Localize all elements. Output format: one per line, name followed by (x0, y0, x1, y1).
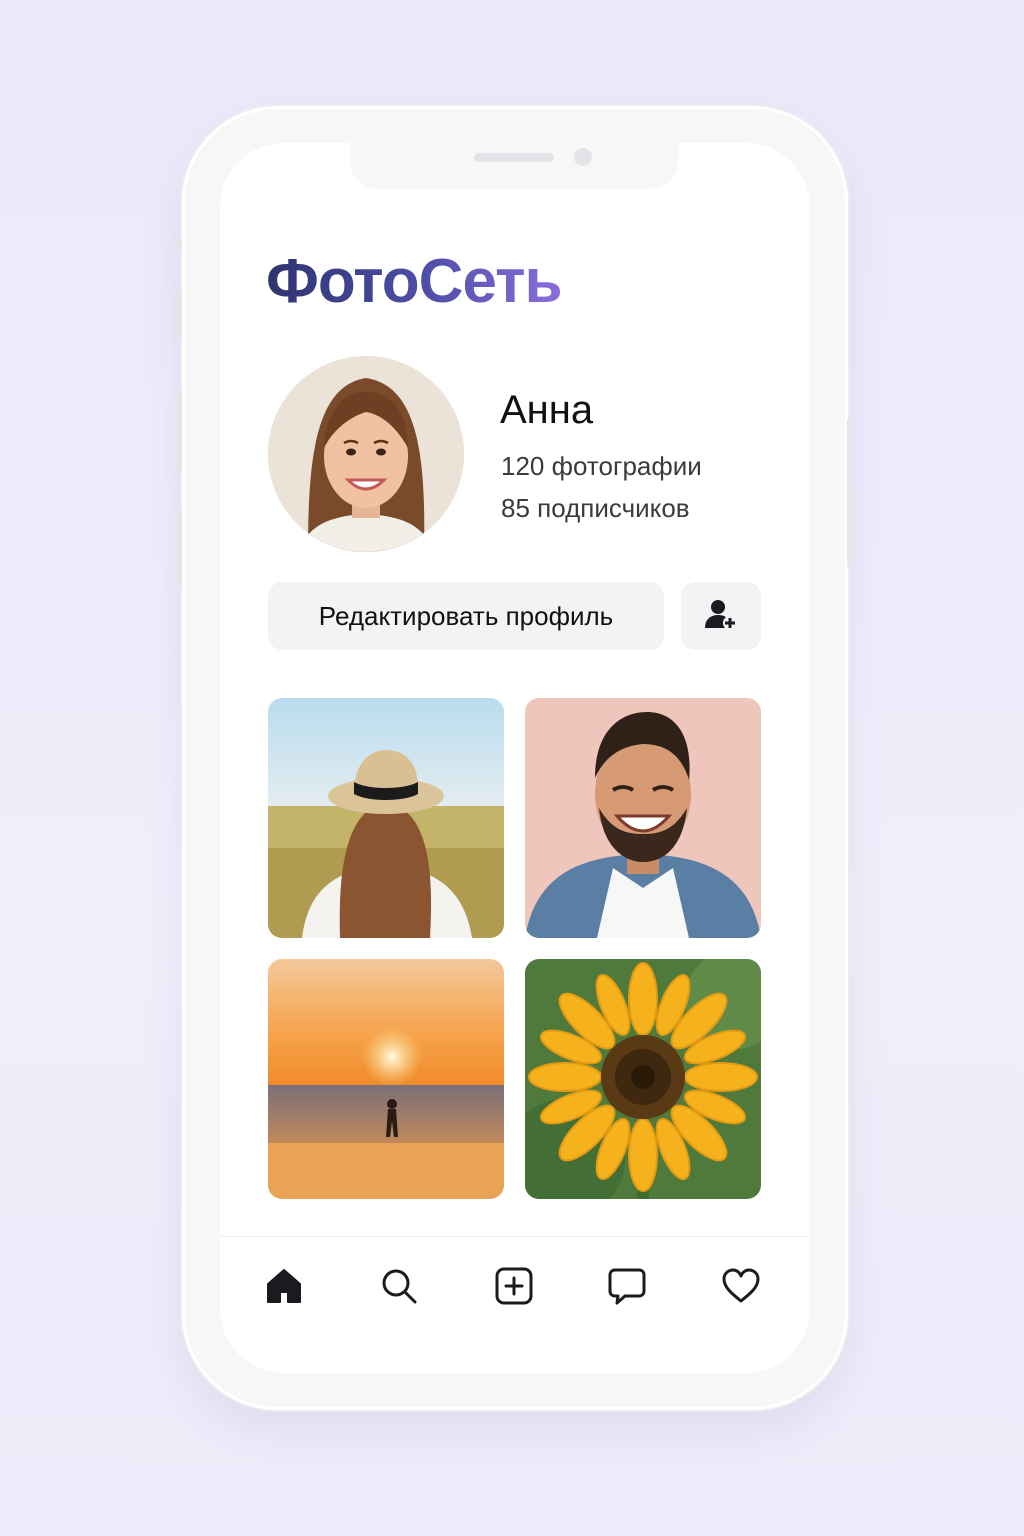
likes-icon (721, 1266, 761, 1311)
messages-icon (607, 1266, 647, 1311)
app-logo: ФотоСеть (266, 247, 563, 316)
tab-home[interactable] (260, 1264, 308, 1312)
photo-sunflower[interactable] (525, 959, 761, 1199)
tab-messages[interactable] (603, 1264, 651, 1312)
tab-likes[interactable] (717, 1264, 765, 1312)
avatar[interactable] (268, 356, 464, 552)
add-user-icon (704, 597, 738, 636)
power-button (847, 418, 852, 568)
photos-count: 120 фотографии (501, 451, 702, 481)
speaker (474, 153, 554, 162)
search-icon (379, 1266, 419, 1311)
photo-smiling-man[interactable] (525, 698, 761, 938)
silent-switch (177, 238, 182, 252)
edit-profile-button[interactable]: Редактировать профиль (268, 582, 664, 650)
followers-count[interactable]: 85 подписчиков (501, 492, 690, 524)
stage: ФотоСеть Анна 120 фотографии 85 подписчи… (0, 0, 1024, 1536)
tabbar-divider (220, 1236, 810, 1237)
tab-add-post[interactable] (490, 1264, 538, 1312)
home-icon (264, 1266, 304, 1311)
photo-sunset-beach[interactable] (268, 959, 504, 1199)
volume-down-button (177, 388, 182, 472)
notch (350, 143, 678, 189)
add-friend-button[interactable] (681, 582, 761, 650)
volume-lower-button (177, 506, 182, 590)
volume-up-button (177, 288, 182, 340)
profile-name: Анна (500, 388, 594, 432)
front-camera (574, 148, 592, 166)
add-post-icon (494, 1266, 534, 1311)
tab-search[interactable] (375, 1264, 423, 1312)
photo-girl-hat-field[interactable] (268, 698, 504, 938)
